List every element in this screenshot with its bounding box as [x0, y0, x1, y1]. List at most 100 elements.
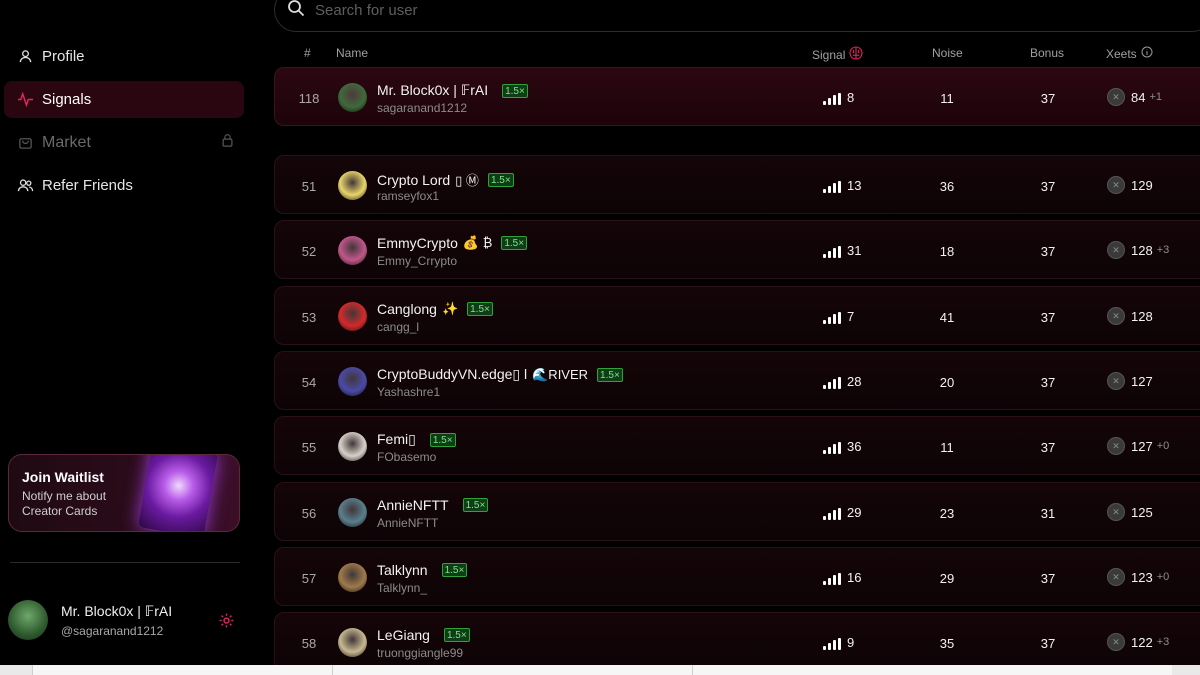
xeets-delta: +3	[1156, 244, 1170, 256]
xeets-delta: +0	[1156, 440, 1170, 452]
avatar[interactable]	[8, 600, 48, 640]
signal-bars-icon	[823, 377, 841, 389]
sidebar-nav: Profile Signals Market Refer Friends	[4, 38, 244, 210]
table-row[interactable]: 55 Femi▯ 1.5× FObasemo 36 11 37 ✕ 127 +0	[274, 416, 1200, 475]
current-user-row[interactable]: 118 Mr. Block0x | 𝔽rAI 1.5× sagaranand12…	[274, 67, 1200, 126]
rank-cell: 118	[298, 91, 320, 106]
table-header: # Name Signal Noise Bonus Xeets	[274, 46, 1200, 62]
xeets-coin-icon: ✕	[1107, 568, 1125, 586]
user-name: AnnieNFTT	[377, 497, 449, 513]
user-name: CryptoBuddyVN.edge▯ l	[377, 366, 528, 382]
xeets-delta: +3	[1156, 636, 1170, 648]
sidebar-item-market[interactable]: Market	[4, 124, 244, 161]
user-name-cell[interactable]: Femi▯ 1.5×	[377, 431, 456, 448]
lock-icon	[221, 133, 234, 152]
multiplier-badge: 1.5×	[501, 236, 528, 250]
sidebar-item-profile[interactable]: Profile	[4, 38, 244, 75]
header-noise[interactable]: Noise	[932, 46, 963, 60]
user-name-cell[interactable]: EmmyCrypto 💰 ₿ 1.5×	[377, 235, 528, 251]
noise-value: 18	[939, 244, 955, 259]
header-name[interactable]: Name	[336, 46, 368, 60]
avatar[interactable]	[338, 171, 367, 200]
user-name-cell[interactable]: AnnieNFTT 1.5×	[377, 497, 489, 513]
noise-value: 20	[939, 375, 955, 390]
signal-bars-icon	[823, 93, 841, 105]
table-row[interactable]: 56 AnnieNFTT 1.5× AnnieNFTT 29 23 31 ✕ 1…	[274, 482, 1200, 541]
avatar[interactable]	[338, 83, 367, 112]
user-name: Mr. Block0x | 𝔽rAI	[61, 603, 173, 619]
rank-cell: 51	[301, 179, 317, 194]
noise-value: 41	[939, 310, 955, 325]
multiplier-badge: 1.5×	[441, 563, 468, 577]
header-bonus[interactable]: Bonus	[1030, 46, 1064, 60]
signal-cell: 16	[823, 570, 861, 585]
sidebar-item-label: Market	[42, 133, 91, 151]
xeets-cell: ✕ 129	[1107, 176, 1157, 194]
divider	[10, 562, 240, 563]
avatar[interactable]	[338, 367, 367, 396]
user-name-cell[interactable]: Crypto Lord ▯ Ⓜ 1.5×	[377, 170, 514, 189]
join-waitlist-card[interactable]: Join Waitlist Notify me about Creator Ca…	[8, 454, 240, 532]
header-signal[interactable]: Signal	[812, 46, 863, 63]
sidebar-item-refer-friends[interactable]: Refer Friends	[4, 167, 244, 204]
user-name-cell[interactable]: LeGiang 1.5×	[377, 627, 470, 643]
table-row[interactable]: 52 EmmyCrypto 💰 ₿ 1.5× Emmy_Crrypto 31 1…	[274, 220, 1200, 279]
waitlist-title: Join Waitlist	[22, 469, 104, 485]
bonus-value: 37	[1040, 179, 1056, 194]
signal-value: 13	[847, 178, 862, 193]
search-icon	[287, 0, 305, 22]
noise-value: 35	[939, 636, 955, 651]
sidebar-item-label: Refer Friends	[42, 177, 133, 194]
sidebar-item-label: Signals	[42, 91, 92, 108]
table-row[interactable]: 54 CryptoBuddyVN.edge▯ l 🌊RIVER 1.5× Yas…	[274, 351, 1200, 410]
xeets-coin-icon: ✕	[1107, 372, 1125, 390]
header-xeets-label: Xeets	[1106, 46, 1137, 61]
avatar[interactable]	[338, 628, 367, 657]
signal-value: 7	[847, 309, 855, 324]
header-signal-label: Signal	[812, 47, 846, 62]
user-name-cell[interactable]: Mr. Block0x | 𝔽rAI 1.5×	[377, 82, 528, 99]
header-xeets[interactable]: Xeets	[1106, 46, 1153, 61]
user-icon	[16, 48, 34, 66]
signal-cell: 31	[823, 243, 861, 258]
name-extras: ✨	[441, 301, 459, 316]
taskbar-item[interactable]	[32, 665, 332, 675]
avatar[interactable]	[338, 302, 367, 331]
signal-bars-icon	[823, 573, 841, 585]
rank-cell: 56	[301, 506, 317, 521]
noise-value: 11	[940, 91, 954, 106]
signal-cell: 36	[823, 439, 861, 454]
multiplier-badge: 1.5×	[462, 498, 489, 512]
xeets-value: 125	[1131, 504, 1153, 520]
bonus-value: 37	[1040, 310, 1056, 325]
table-row[interactable]: 57 Talklynn 1.5× Talklynn_ 16 29 37 ✕ 12…	[274, 547, 1200, 606]
xeets-coin-icon: ✕	[1107, 503, 1125, 521]
waitlist-subtitle: Notify me about Creator Cards	[22, 489, 107, 518]
info-icon[interactable]	[1141, 46, 1153, 61]
sidebar-item-signals[interactable]: Signals	[4, 81, 244, 118]
xeets-cell: ✕ 127 +0	[1107, 437, 1169, 455]
table-row[interactable]: 53 Canglong ✨ 1.5× cangg_l 7 41 37 ✕ 128	[274, 286, 1200, 345]
user-handle: FObasemo	[377, 450, 437, 464]
signal-value: 31	[847, 243, 862, 258]
header-rank: #	[304, 46, 311, 60]
table-row[interactable]: 58 LeGiang 1.5× truonggiangle99 9 35 37 …	[274, 612, 1200, 671]
xeets-value: 127	[1131, 438, 1153, 454]
user-name-cell[interactable]: Talklynn 1.5×	[377, 562, 468, 578]
avatar[interactable]	[338, 498, 367, 527]
search-input[interactable]	[315, 1, 815, 19]
user-name-cell[interactable]: Canglong ✨ 1.5×	[377, 301, 493, 317]
table-row[interactable]: 51 Crypto Lord ▯ Ⓜ 1.5× ramseyfox1 13 36…	[274, 155, 1200, 214]
avatar[interactable]	[338, 432, 367, 461]
taskbar-item[interactable]	[332, 665, 692, 675]
signal-value: 28	[847, 374, 862, 389]
bonus-value: 37	[1040, 636, 1056, 651]
taskbar-item[interactable]	[692, 665, 1172, 675]
xeets-value: 128	[1131, 242, 1153, 258]
gear-icon[interactable]	[218, 612, 236, 630]
avatar[interactable]	[338, 563, 367, 592]
user-name-cell[interactable]: CryptoBuddyVN.edge▯ l 🌊RIVER 1.5×	[377, 366, 623, 383]
rank-cell: 52	[301, 244, 317, 259]
xeets-cell: ✕ 125	[1107, 503, 1157, 521]
avatar[interactable]	[338, 236, 367, 265]
